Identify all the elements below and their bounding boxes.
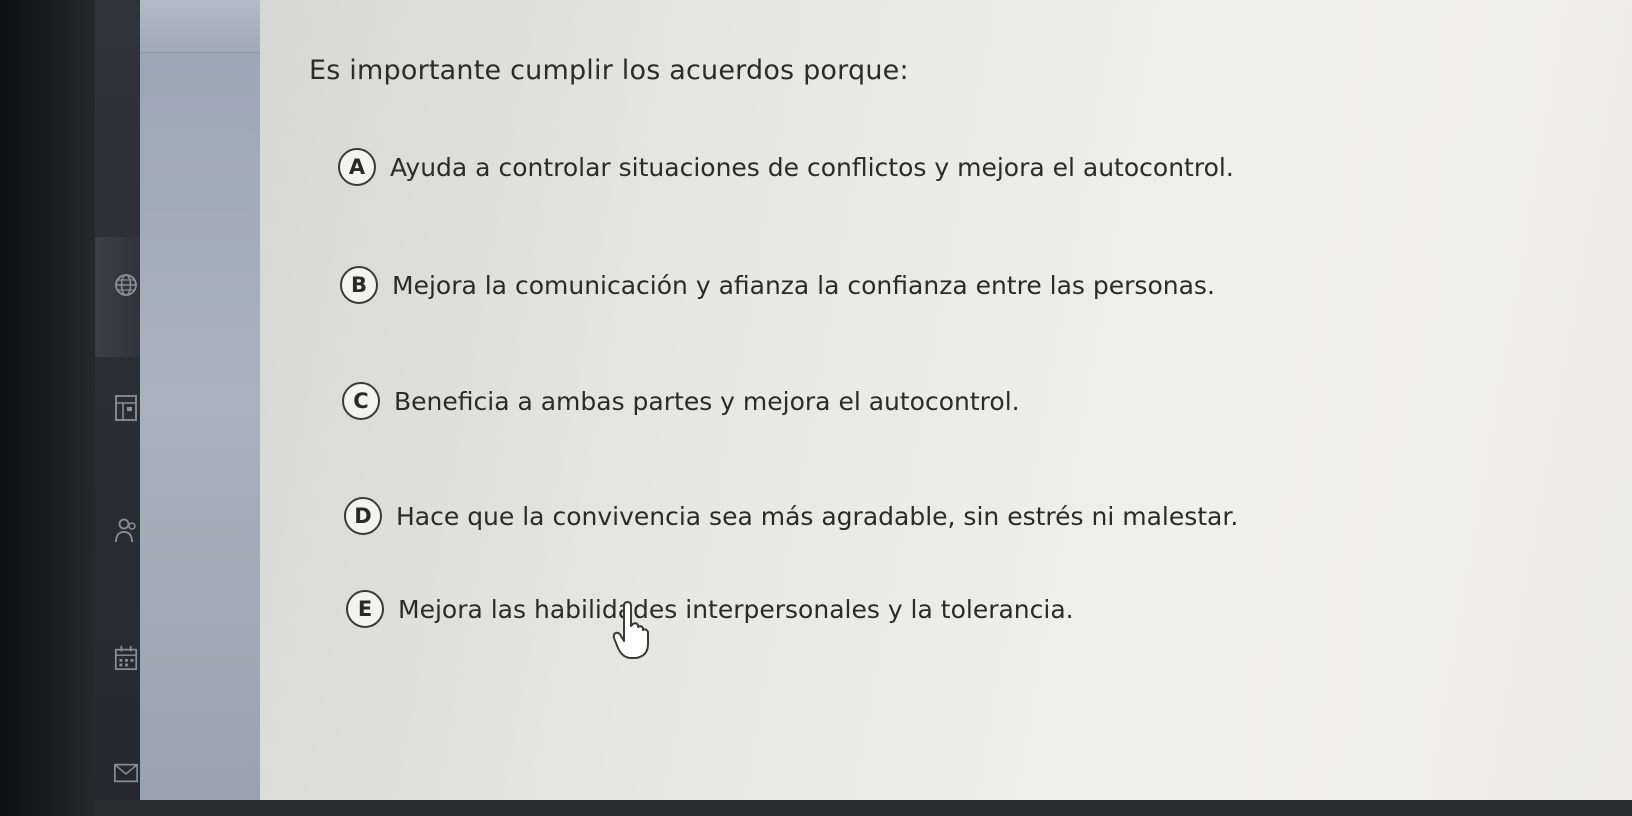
option-letter-badge: B bbox=[340, 266, 378, 304]
layout-icon[interactable] bbox=[113, 395, 139, 421]
option-text: Mejora la comunicación y afianza la conf… bbox=[392, 270, 1215, 300]
mail-icon[interactable] bbox=[113, 760, 139, 786]
option-text: Hace que la convivencia sea más agradabl… bbox=[396, 501, 1239, 531]
option-letter-badge: D bbox=[344, 497, 382, 535]
option-text: Ayuda a controlar situaciones de conflic… bbox=[390, 152, 1234, 182]
option-letter-badge: A bbox=[338, 148, 376, 186]
option-c[interactable]: C Beneficia a ambas partes y mejora el a… bbox=[342, 382, 1020, 420]
option-b[interactable]: B Mejora la comunicación y afianza la co… bbox=[340, 266, 1215, 304]
people-icon[interactable] bbox=[113, 518, 139, 544]
option-letter-badge: E bbox=[346, 590, 384, 628]
option-letter-badge: C bbox=[342, 382, 380, 420]
bottom-taskbar bbox=[95, 800, 1632, 816]
option-text: Mejora las habilidades interpersonales y… bbox=[398, 594, 1074, 624]
option-e[interactable]: E Mejora las habilidades interpersonales… bbox=[346, 590, 1074, 628]
calendar-icon[interactable] bbox=[113, 645, 139, 671]
screen-bezel bbox=[0, 0, 95, 816]
side-panel bbox=[140, 0, 260, 800]
option-text: Beneficia a ambas partes y mejora el aut… bbox=[394, 386, 1020, 416]
option-a[interactable]: A Ayuda a controlar situaciones de confl… bbox=[338, 148, 1234, 186]
globe-icon[interactable] bbox=[113, 272, 139, 298]
question-text: Es importante cumplir los acuerdos porqu… bbox=[309, 55, 909, 86]
question-card: Es importante cumplir los acuerdos porqu… bbox=[260, 0, 1632, 800]
option-d[interactable]: D Hace que la convivencia sea más agrada… bbox=[344, 497, 1238, 535]
app-sidebar bbox=[95, 0, 140, 816]
